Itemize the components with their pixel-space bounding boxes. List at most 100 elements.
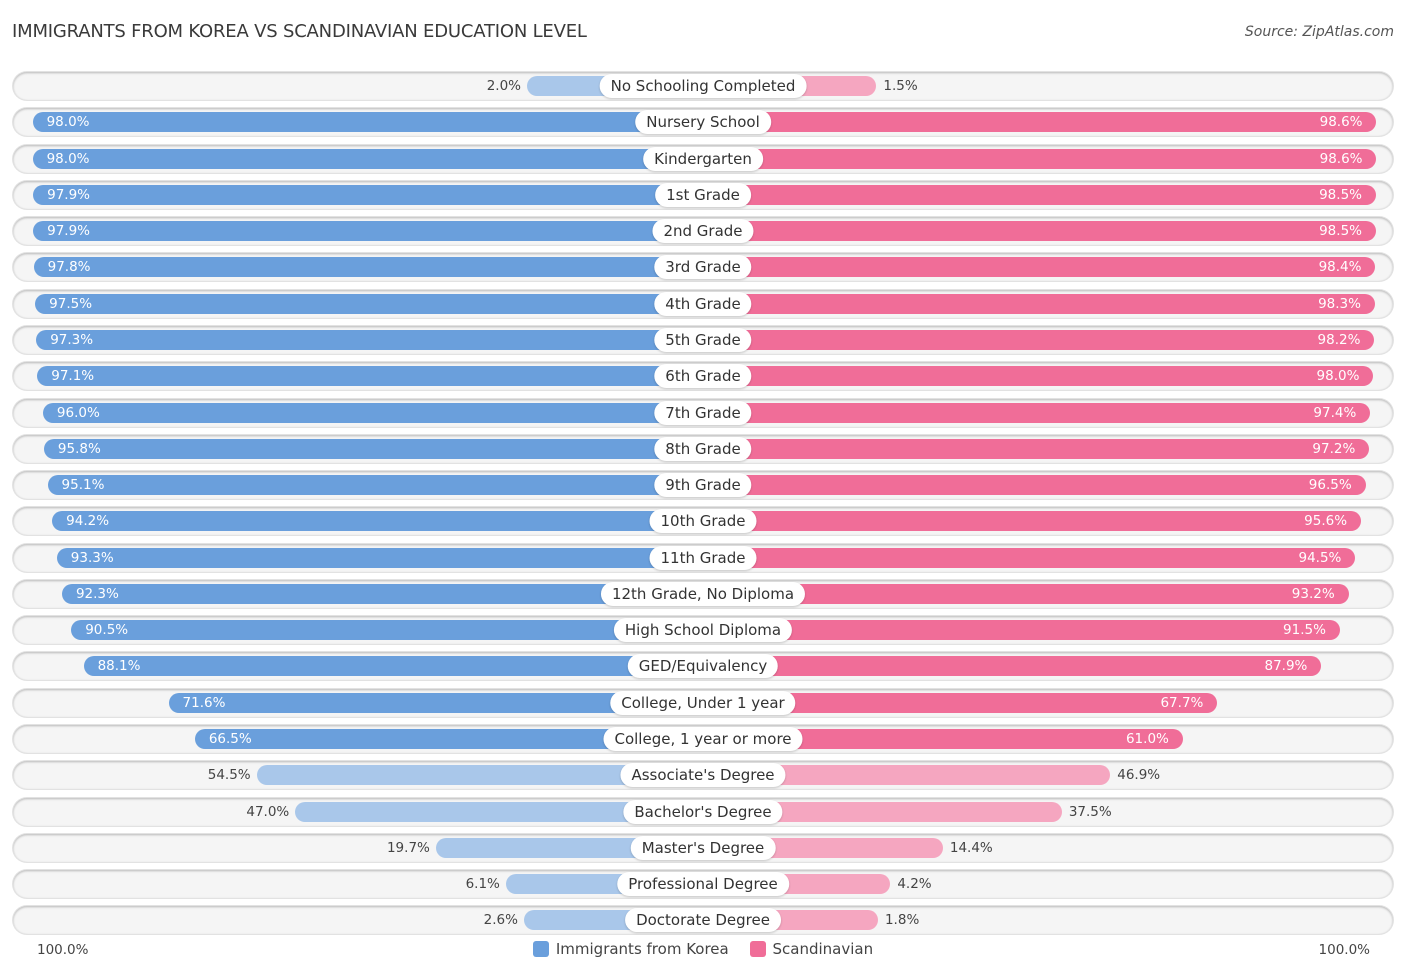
category-label: Kindergarten <box>643 146 763 171</box>
value-label-scandinavian: 98.5% <box>1319 186 1362 203</box>
value-label-korea: 96.0% <box>56 404 100 421</box>
bar-scandinavian[interactable] <box>703 257 1376 278</box>
category-label: 9th Grade <box>654 473 752 498</box>
value-label-korea: 92.3% <box>75 585 119 602</box>
category-label: 5th Grade <box>654 327 752 352</box>
category-label: 12th Grade, No Diploma <box>600 581 806 606</box>
value-label-scandinavian: 46.9% <box>1117 767 1161 784</box>
bar-scandinavian[interactable] <box>703 366 1374 387</box>
bar-korea[interactable] <box>33 184 703 205</box>
category-label: Master's Degree <box>630 835 776 860</box>
bar-korea[interactable] <box>52 511 703 532</box>
category-label: 11th Grade <box>649 545 757 570</box>
value-label-scandinavian: 67.7% <box>1160 694 1204 711</box>
bar-scandinavian[interactable] <box>703 184 1376 205</box>
value-label-korea: 97.1% <box>51 368 95 385</box>
legend-item-korea[interactable]: Immigrants from Korea <box>532 940 729 958</box>
bar-scandinavian[interactable] <box>703 620 1340 641</box>
category-label: No Schooling Completed <box>599 74 807 98</box>
bar-korea[interactable] <box>32 112 703 133</box>
value-label-scandinavian: 98.6% <box>1319 150 1363 167</box>
bar-korea[interactable] <box>33 221 703 242</box>
value-label-scandinavian: 98.2% <box>1317 331 1361 348</box>
bar-korea[interactable] <box>42 402 703 423</box>
value-label-scandinavian: 98.0% <box>1316 368 1360 385</box>
category-label: 4th Grade <box>654 291 752 316</box>
value-label-scandinavian: 97.2% <box>1312 440 1356 457</box>
bar-scandinavian[interactable] <box>703 547 1356 568</box>
bar-scandinavian[interactable] <box>703 221 1376 242</box>
value-label-scandinavian: 37.5% <box>1068 803 1112 820</box>
bar-korea[interactable] <box>83 656 703 677</box>
value-label-scandinavian: 87.9% <box>1264 658 1308 675</box>
chart-area: 2.0% 1.5% No Schooling Completed 98.0% 98.6%… <box>0 0 1406 975</box>
value-label-korea: 97.9% <box>47 186 90 203</box>
category-label: Doctorate Degree <box>625 908 781 933</box>
value-label-korea: 66.5% <box>208 731 252 748</box>
legend-swatch-korea <box>532 941 549 957</box>
category-label: 8th Grade <box>654 436 752 461</box>
value-label-scandinavian: 1.5% <box>883 78 918 94</box>
value-label-korea: 47.0% <box>246 803 290 820</box>
bar-korea[interactable] <box>56 547 703 568</box>
category-label: GED/Equivalency <box>627 654 779 679</box>
bar-scandinavian[interactable] <box>703 329 1375 350</box>
legend-label-scandinavian: Scandinavian <box>772 940 874 958</box>
value-label-korea: 97.9% <box>47 223 90 240</box>
category-label: 3rd Grade <box>654 255 752 280</box>
bar-korea[interactable] <box>47 475 703 496</box>
value-label-scandinavian: 98.4% <box>1318 259 1362 276</box>
bar-scandinavian[interactable] <box>703 402 1371 423</box>
bar-scandinavian[interactable] <box>703 293 1375 314</box>
value-label-scandinavian: 98.3% <box>1318 295 1361 312</box>
bar-scandinavian[interactable] <box>703 438 1370 459</box>
bar-scandinavian[interactable] <box>703 511 1362 532</box>
value-label-korea: 97.3% <box>50 331 94 348</box>
value-label-scandinavian: 4.2% <box>897 876 932 893</box>
bar-korea[interactable] <box>32 148 703 169</box>
value-label-korea: 2.6% <box>483 912 518 929</box>
legend: Immigrants from Korea Scandinavian <box>0 940 1406 961</box>
bar-korea[interactable] <box>37 366 703 387</box>
category-label: 6th Grade <box>654 364 752 389</box>
value-label-scandinavian: 98.6% <box>1319 114 1363 131</box>
value-label-korea: 98.0% <box>46 150 90 167</box>
legend-label-korea: Immigrants from Korea <box>555 940 729 958</box>
value-label-korea: 97.8% <box>47 259 91 276</box>
category-label: Bachelor's Degree <box>623 799 783 824</box>
category-label: College, 1 year or more <box>603 727 803 752</box>
bar-scandinavian[interactable] <box>703 112 1377 133</box>
value-label-korea: 97.5% <box>49 295 93 312</box>
value-label-scandinavian: 61.0% <box>1125 731 1169 748</box>
category-label: High School Diploma <box>613 618 793 643</box>
value-label-scandinavian: 96.5% <box>1308 477 1352 494</box>
value-label-korea: 19.7% <box>386 839 430 856</box>
value-label-scandinavian: 94.5% <box>1298 549 1342 566</box>
category-label: 7th Grade <box>654 400 752 425</box>
value-label-korea: 94.2% <box>66 513 110 530</box>
bar-korea[interactable] <box>33 257 703 278</box>
category-label: College, Under 1 year <box>610 690 796 715</box>
value-label-scandinavian: 91.5% <box>1283 622 1326 639</box>
value-label-scandinavian: 98.5% <box>1319 223 1362 240</box>
bar-scandinavian[interactable] <box>703 656 1322 677</box>
category-label: 2nd Grade <box>652 219 754 244</box>
value-label-scandinavian: 97.4% <box>1313 404 1357 421</box>
value-label-korea: 93.3% <box>70 549 114 566</box>
bar-scandinavian[interactable] <box>703 148 1377 169</box>
bar-korea[interactable] <box>35 293 703 314</box>
value-label-scandinavian: 95.6% <box>1304 513 1348 530</box>
value-label-korea: 54.5% <box>207 767 251 784</box>
bar-korea[interactable] <box>36 329 703 350</box>
bar-korea[interactable] <box>43 438 703 459</box>
bar-korea[interactable] <box>71 620 703 641</box>
category-label: 10th Grade <box>649 509 757 534</box>
value-label-korea: 88.1% <box>97 658 141 675</box>
bar-scandinavian[interactable] <box>703 475 1366 496</box>
category-label: Nursery School <box>635 110 771 135</box>
value-label-korea: 98.0% <box>46 114 90 131</box>
value-label-korea: 2.0% <box>486 78 521 94</box>
category-label: Professional Degree <box>617 872 789 897</box>
legend-item-scandinavian[interactable]: Scandinavian <box>749 940 874 958</box>
category-label: 1st Grade <box>655 182 751 207</box>
